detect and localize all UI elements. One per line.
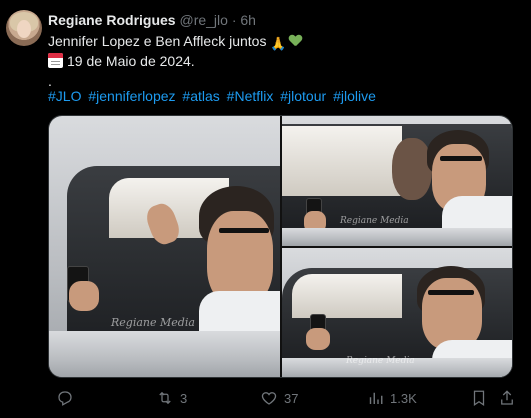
watermark-2: Regiane Media bbox=[340, 216, 409, 226]
photo-2[interactable]: Regiane Media bbox=[282, 116, 512, 246]
retweet-count: 3 bbox=[180, 390, 188, 406]
retweet-button[interactable]: 3 bbox=[156, 388, 187, 408]
views-button[interactable]: 1.3K bbox=[366, 388, 417, 408]
hashtags: #JLO #jenniferlopez #atlas #Netflix #jlo… bbox=[48, 86, 379, 106]
retweet-icon bbox=[159, 391, 171, 405]
watermark-1: Regiane Media bbox=[111, 316, 195, 329]
reply-icon bbox=[58, 391, 72, 406]
hashtag-jlolive[interactable]: #jlolive bbox=[333, 88, 376, 104]
separator-dot: · bbox=[231, 12, 237, 28]
avatar[interactable] bbox=[6, 10, 42, 46]
tweet-line-1: Jennifer Lopez e Ben Affleck juntos bbox=[48, 33, 267, 49]
author-name[interactable]: Regiane Rodrigues bbox=[48, 12, 176, 28]
pray-emoji-icon: 🙏 bbox=[270, 36, 287, 51]
calendar-icon bbox=[48, 53, 63, 68]
tweet-line-2: 19 de Maio de 2024. bbox=[67, 53, 195, 69]
like-button[interactable]: 37 bbox=[260, 388, 298, 408]
author-handle[interactable]: @re_jlo bbox=[179, 12, 227, 28]
media-grid: Regiane Media Regiane Media Regiane Medi… bbox=[48, 115, 513, 378]
views-count: 1.3K bbox=[390, 390, 417, 406]
like-count: 37 bbox=[284, 390, 299, 406]
action-bar: 3 37 1.3K bbox=[48, 388, 518, 408]
hashtag-netflix[interactable]: #Netflix bbox=[227, 88, 274, 104]
share-icon bbox=[501, 390, 513, 405]
bookmark-button[interactable] bbox=[470, 388, 494, 408]
green-heart-icon bbox=[289, 35, 302, 47]
reply-button[interactable] bbox=[56, 388, 80, 408]
post-time[interactable]: 6h bbox=[240, 12, 256, 28]
heart-icon bbox=[261, 392, 277, 405]
hashtag-atlas[interactable]: #atlas bbox=[182, 88, 219, 104]
hashtag-jlotour[interactable]: #jlotour bbox=[280, 88, 326, 104]
share-button[interactable] bbox=[498, 388, 522, 408]
photo-1[interactable]: Regiane Media bbox=[49, 116, 280, 377]
hashtag-jlo[interactable]: #JLO bbox=[48, 88, 81, 104]
hashtag-jenniferlopez[interactable]: #jenniferlopez bbox=[88, 88, 175, 104]
watermark-3: Regiane Media bbox=[346, 356, 415, 366]
tweet[interactable]: Regiane Rodrigues @re_jlo · 6h Jennifer … bbox=[0, 0, 531, 418]
photo-3[interactable]: Regiane Media bbox=[282, 248, 512, 377]
bookmark-icon bbox=[473, 390, 485, 406]
tweet-header: Regiane Rodrigues @re_jlo · 6h bbox=[48, 11, 256, 29]
tweet-text: Jennifer Lopez e Ben Affleck juntos 🙏 19… bbox=[48, 31, 518, 91]
views-icon bbox=[369, 392, 383, 404]
